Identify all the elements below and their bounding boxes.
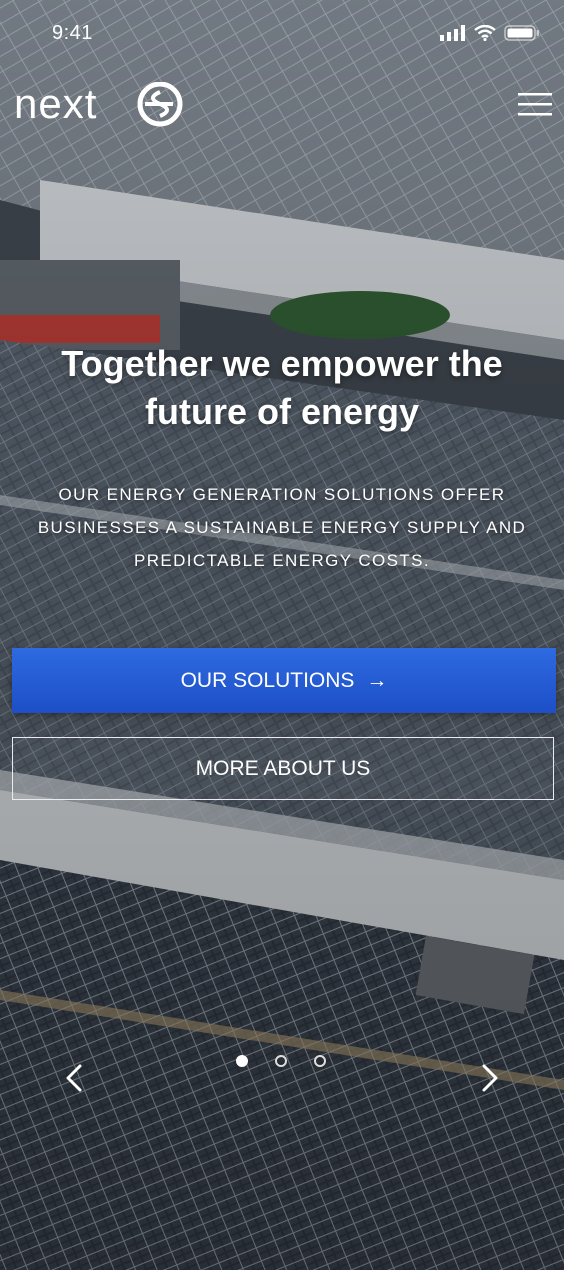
arrow-right-icon: → [366,668,388,692]
carousel-dot-2[interactable] [275,1055,287,1067]
signal-icon [440,25,465,41]
brand-logo[interactable]: next [14,80,184,133]
headline-line-2: future of energy [144,391,420,432]
menu-button[interactable] [518,90,558,122]
more-about-us-label: MORE ABOUT US [195,756,371,780]
hero-headline: Together we empower the future of energy [14,340,550,436]
carousel-dot-3[interactable] [314,1055,326,1067]
carousel-next-button[interactable] [474,1063,504,1093]
our-solutions-label: OUR SOLUTIONS [180,668,355,692]
subtext-line-2: BUSINESSES A SUSTAINABLE ENERGY SUPPLY A… [37,518,527,537]
svg-text:next: next [14,82,97,127]
next-logo-icon: next [14,80,183,127]
carousel-dots [236,1055,326,1067]
subtext-line-1: OUR ENERGY GENERATION SOLUTIONS OFFER [58,485,506,504]
status-bar: 9:41 [0,0,564,70]
our-solutions-button[interactable]: OUR SOLUTIONS → [12,648,556,713]
status-icons [440,25,540,41]
carousel-prev-button[interactable] [60,1063,90,1093]
headline-line-1: Together we empower the [61,343,503,384]
hamburger-menu-icon [518,93,552,116]
status-time: 9:41 [52,22,93,44]
carousel-dot-1[interactable] [236,1055,248,1067]
subtext-line-3: PREDICTABLE ENERGY COSTS. [133,551,431,570]
wifi-icon [474,25,496,41]
more-about-us-button[interactable]: MORE ABOUT US [12,737,554,800]
chevron-right-icon [482,1064,498,1092]
chevron-left-icon [66,1064,82,1092]
battery-icon [504,25,539,41]
hero-subtext: OUR ENERGY GENERATION SOLUTIONS OFFER BU… [20,478,544,577]
